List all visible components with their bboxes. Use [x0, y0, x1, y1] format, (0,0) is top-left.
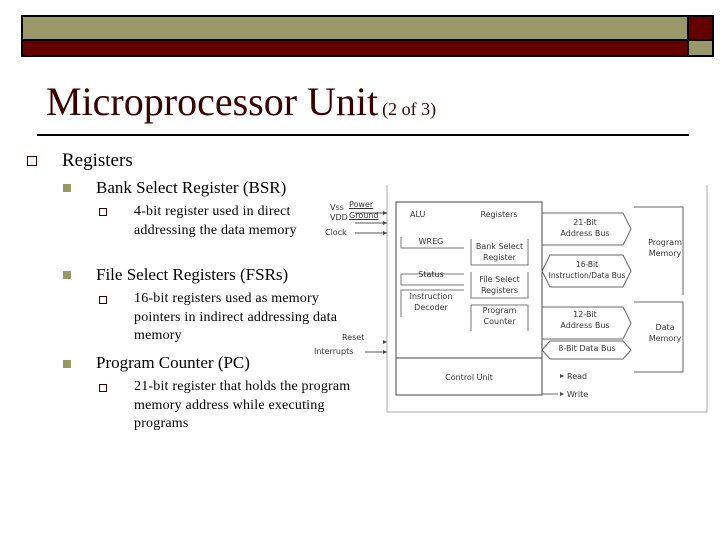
arrow-write: [560, 392, 564, 396]
solid-square-bullet-icon: [63, 360, 71, 368]
hollow-square-bullet-icon: [27, 156, 37, 166]
label-alu: ALU: [410, 210, 426, 219]
label-line: 16-Bit: [575, 260, 599, 269]
desc-line: programs: [134, 416, 189, 431]
bullet-fsr-desc: 16-bit registers used as memory pointers…: [134, 290, 337, 346]
hollow-square-bullet-icon: [99, 208, 107, 216]
desc-line: 4-bit register used in direct: [134, 204, 291, 219]
desc-line: pointers in indirect addressing data: [134, 309, 338, 325]
label-vdd: VDD: [330, 213, 348, 222]
arrow-ground: [383, 221, 387, 225]
label-line: Program: [648, 238, 682, 247]
label-line: Address Bus: [560, 229, 610, 238]
label-line: Bank Select: [475, 242, 524, 251]
label-data-memory: Data Memory: [640, 322, 690, 344]
label-pc: Program Counter: [471, 305, 528, 327]
bullet-pc-heading: Program Counter (PC): [96, 353, 250, 372]
hollow-square-bullet-icon: [99, 296, 107, 304]
label-interrupts: Interrupts: [314, 347, 354, 356]
desc-line: 16-bit registers used as memory: [134, 291, 320, 306]
label-read: Read: [567, 372, 588, 381]
bullet-registers: Registers: [62, 150, 133, 171]
label-power: Power: [349, 200, 374, 209]
label-instruction-decoder: Instruction Decoder: [401, 291, 461, 313]
slide-title-suffix: (2 of 3): [382, 99, 437, 119]
label-line: Register: [483, 253, 516, 262]
solid-square-bullet-icon: [63, 271, 71, 279]
header-bar-olive: [23, 17, 687, 39]
label-status: Status: [418, 270, 444, 279]
slide-title: Microprocessor Unit (2 of 3): [46, 78, 436, 125]
arrow-reset: [383, 340, 387, 344]
arrow-power: [383, 211, 387, 215]
desc-line: memory: [134, 328, 182, 343]
label-control-unit: Control Unit: [445, 373, 493, 382]
label-addr21: 21-Bit Address Bus: [542, 217, 628, 239]
label-line: Memory: [648, 334, 682, 343]
header-decoration-bar: [21, 15, 714, 57]
label-line: 21-Bit: [573, 218, 597, 227]
header-bar-maroon: [23, 41, 687, 55]
label-ground: Ground: [349, 211, 379, 220]
title-divider: [37, 134, 689, 136]
desc-line: addressing the data memory: [134, 222, 297, 238]
label-line: Decoder: [414, 303, 448, 312]
label-line: Registers: [480, 286, 519, 295]
label-registers: Registers: [480, 210, 518, 219]
hollow-square-bullet-icon: [99, 384, 107, 392]
label-line: File Select: [479, 275, 520, 284]
label-bsr: Bank Select Register: [471, 241, 528, 263]
label-line: Instruction: [409, 292, 453, 301]
label-line: Counter: [483, 317, 516, 326]
header-bar-corner-maroon: [689, 17, 712, 39]
label-write: Write: [567, 390, 589, 399]
bullet-bsr-desc: 4-bit register used in direct addressing…: [134, 203, 297, 240]
arrow-interrupts: [383, 350, 387, 354]
label-line: Data: [655, 323, 675, 332]
mpu-block-diagram: Vss Power VDD Ground Clock Reset Interru…: [310, 185, 710, 415]
arrow-read: [560, 374, 564, 378]
label-line: Program: [482, 306, 517, 315]
arrow-clock: [383, 231, 387, 235]
label-line: 12-Bit: [573, 310, 597, 319]
label-reset: Reset: [342, 333, 365, 342]
solid-square-bullet-icon: [63, 184, 71, 192]
label-data16: 16-Bit Instruction/Data Bus: [542, 259, 632, 281]
header-bar-corner-olive: [689, 41, 712, 55]
label-addr12: 12-Bit Address Bus: [542, 309, 628, 331]
label-line: Memory: [648, 249, 682, 258]
label-fsr: File Select Registers: [471, 274, 528, 296]
label-line: Address Bus: [560, 321, 610, 330]
label-line: Instruction/Data Bus: [548, 271, 626, 280]
slide-title-main: Microprocessor Unit: [46, 79, 379, 124]
label-program-memory: Program Memory: [640, 237, 690, 259]
label-data8: 8-Bit Data Bus: [558, 344, 616, 353]
bullet-bsr-heading: Bank Select Register (BSR): [96, 178, 287, 197]
label-clock: Clock: [325, 228, 347, 237]
label-wreg: WREG: [418, 237, 444, 246]
bullet-fsr-heading: File Select Registers (FSRs): [96, 265, 289, 284]
